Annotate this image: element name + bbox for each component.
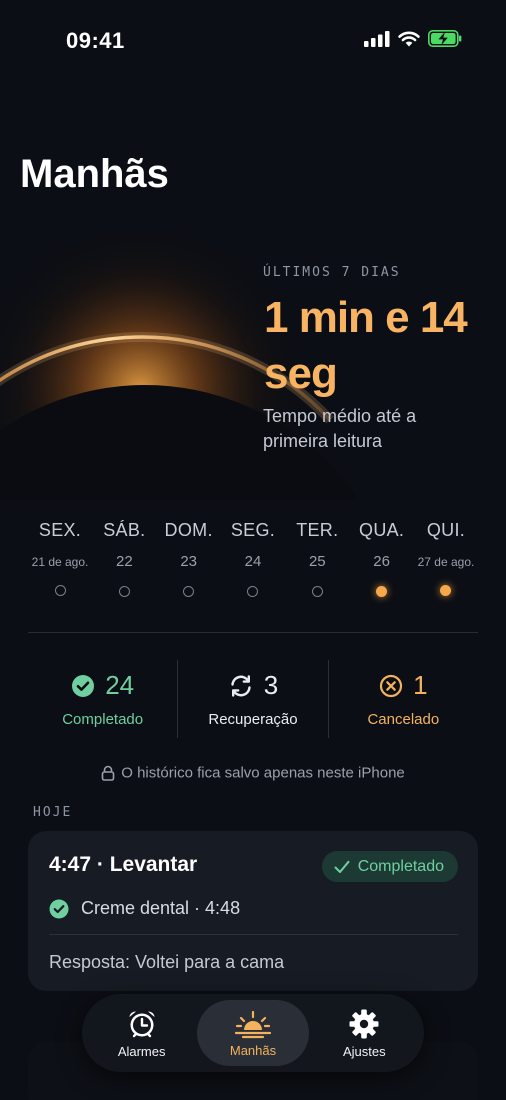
status-badge: Completado: [321, 851, 458, 882]
lock-icon: [101, 765, 115, 781]
day-status-dot: [311, 586, 323, 597]
recovery-arrows-icon: [231, 674, 251, 697]
hero-period-label: ÚLTIMOS 7 DIAS: [263, 265, 401, 280]
entry-task: Creme dental · 4:48: [49, 898, 240, 919]
day-column[interactable]: QUI. 27 de ago.: [414, 520, 478, 610]
day-column[interactable]: TER. 25: [285, 520, 349, 610]
entry-title: 4:47 · Levantar: [49, 853, 198, 876]
day-date: 27 de ago.: [417, 555, 475, 569]
divider: [28, 632, 478, 633]
morning-entry-card[interactable]: 4:47 · Levantar Completado Creme dental …: [28, 831, 478, 991]
day-column[interactable]: SÁB. 22: [92, 520, 156, 610]
check-circle-icon: [49, 899, 69, 918]
recovery-label: Recuperação: [208, 711, 298, 728]
x-circle-icon: [379, 674, 403, 697]
privacy-text: O histórico fica salvo apenas neste iPho…: [121, 764, 405, 782]
average-time-value: 1 min e 14 seg: [264, 293, 468, 398]
day-name: TER.: [296, 520, 339, 540]
cancelled-label: Cancelado: [367, 711, 440, 728]
day-date: 25: [308, 553, 326, 570]
status-time: 09:41: [66, 28, 125, 53]
alarm-clock-icon: [129, 1010, 155, 1037]
day-status-dot: [183, 586, 195, 597]
status-bar: 09:41: [0, 0, 506, 84]
status-icons: [364, 30, 462, 47]
day-date: 23: [180, 553, 197, 570]
day-name: QUI.: [426, 520, 466, 540]
day-date: 22: [115, 553, 133, 570]
section-label-today: HOJE: [33, 805, 73, 820]
page-title: Manhãs: [20, 152, 169, 196]
day-date: 21 de ago.: [31, 555, 89, 569]
day-date: 26: [373, 553, 390, 570]
day-column[interactable]: DOM. 23: [157, 520, 221, 610]
day-name: SEX.: [38, 520, 82, 540]
battery-charging-icon: [428, 30, 462, 47]
tab-label: Manhãs: [229, 1042, 277, 1058]
stat-cancelled[interactable]: 1 Cancelado: [327, 660, 478, 738]
completed-label: Completado: [62, 711, 144, 728]
tab-alarmes[interactable]: Alarmes: [86, 1000, 197, 1066]
day-status-dot: [440, 585, 452, 596]
week-strip: SEX. 21 de ago. SÁB. 22 DOM. 23 SEG. 24 …: [28, 520, 478, 610]
cancelled-count: 1: [413, 670, 428, 700]
cellular-signal-icon: [364, 30, 390, 47]
day-status-dot: [247, 586, 259, 597]
stat-completed[interactable]: 24 Completado: [28, 660, 177, 738]
average-time-caption: Tempo médio até a primeira leitura: [263, 406, 417, 451]
entry-task-label: Creme dental · 4:48: [81, 898, 241, 918]
day-name: SÁB.: [103, 520, 146, 540]
day-date: 24: [244, 553, 262, 570]
tab-bar: Alarmes Manhãs Ajustes: [82, 994, 424, 1072]
day-status-dot: [54, 585, 66, 596]
day-name: SEG.: [230, 520, 276, 540]
completed-count: 24: [105, 670, 135, 700]
day-name: QUA.: [359, 520, 405, 540]
stat-recovery[interactable]: 3 Recuperação: [177, 660, 327, 738]
day-column[interactable]: QUA. 26: [350, 520, 414, 610]
gear-icon: [349, 1009, 379, 1038]
tab-manhas[interactable]: Manhãs: [197, 1000, 309, 1066]
checkmark-icon: [334, 860, 350, 873]
day-name: DOM.: [164, 520, 213, 540]
tab-label: Ajustes: [343, 1043, 386, 1059]
sunrise-icon: [234, 1010, 272, 1038]
card-divider: [49, 934, 458, 935]
tab-label: Alarmes: [117, 1043, 166, 1059]
tab-ajustes[interactable]: Ajustes: [309, 1000, 420, 1066]
status-badge-label: Completado: [357, 857, 444, 875]
day-status-dot: [376, 586, 388, 597]
privacy-note: O histórico fica salvo apenas neste iPho…: [0, 764, 506, 782]
wifi-icon: [398, 31, 420, 46]
day-status-dot: [118, 586, 130, 597]
recovery-count: 3: [263, 670, 279, 700]
day-column[interactable]: SEG. 24: [221, 520, 285, 610]
entry-answer: Resposta: Voltei para a cama: [49, 952, 285, 972]
stats-row: 24 Completado 3 Recuperação 1 Cancelado: [28, 660, 478, 738]
check-circle-icon: [72, 674, 95, 697]
day-column[interactable]: SEX. 21 de ago.: [28, 520, 92, 610]
